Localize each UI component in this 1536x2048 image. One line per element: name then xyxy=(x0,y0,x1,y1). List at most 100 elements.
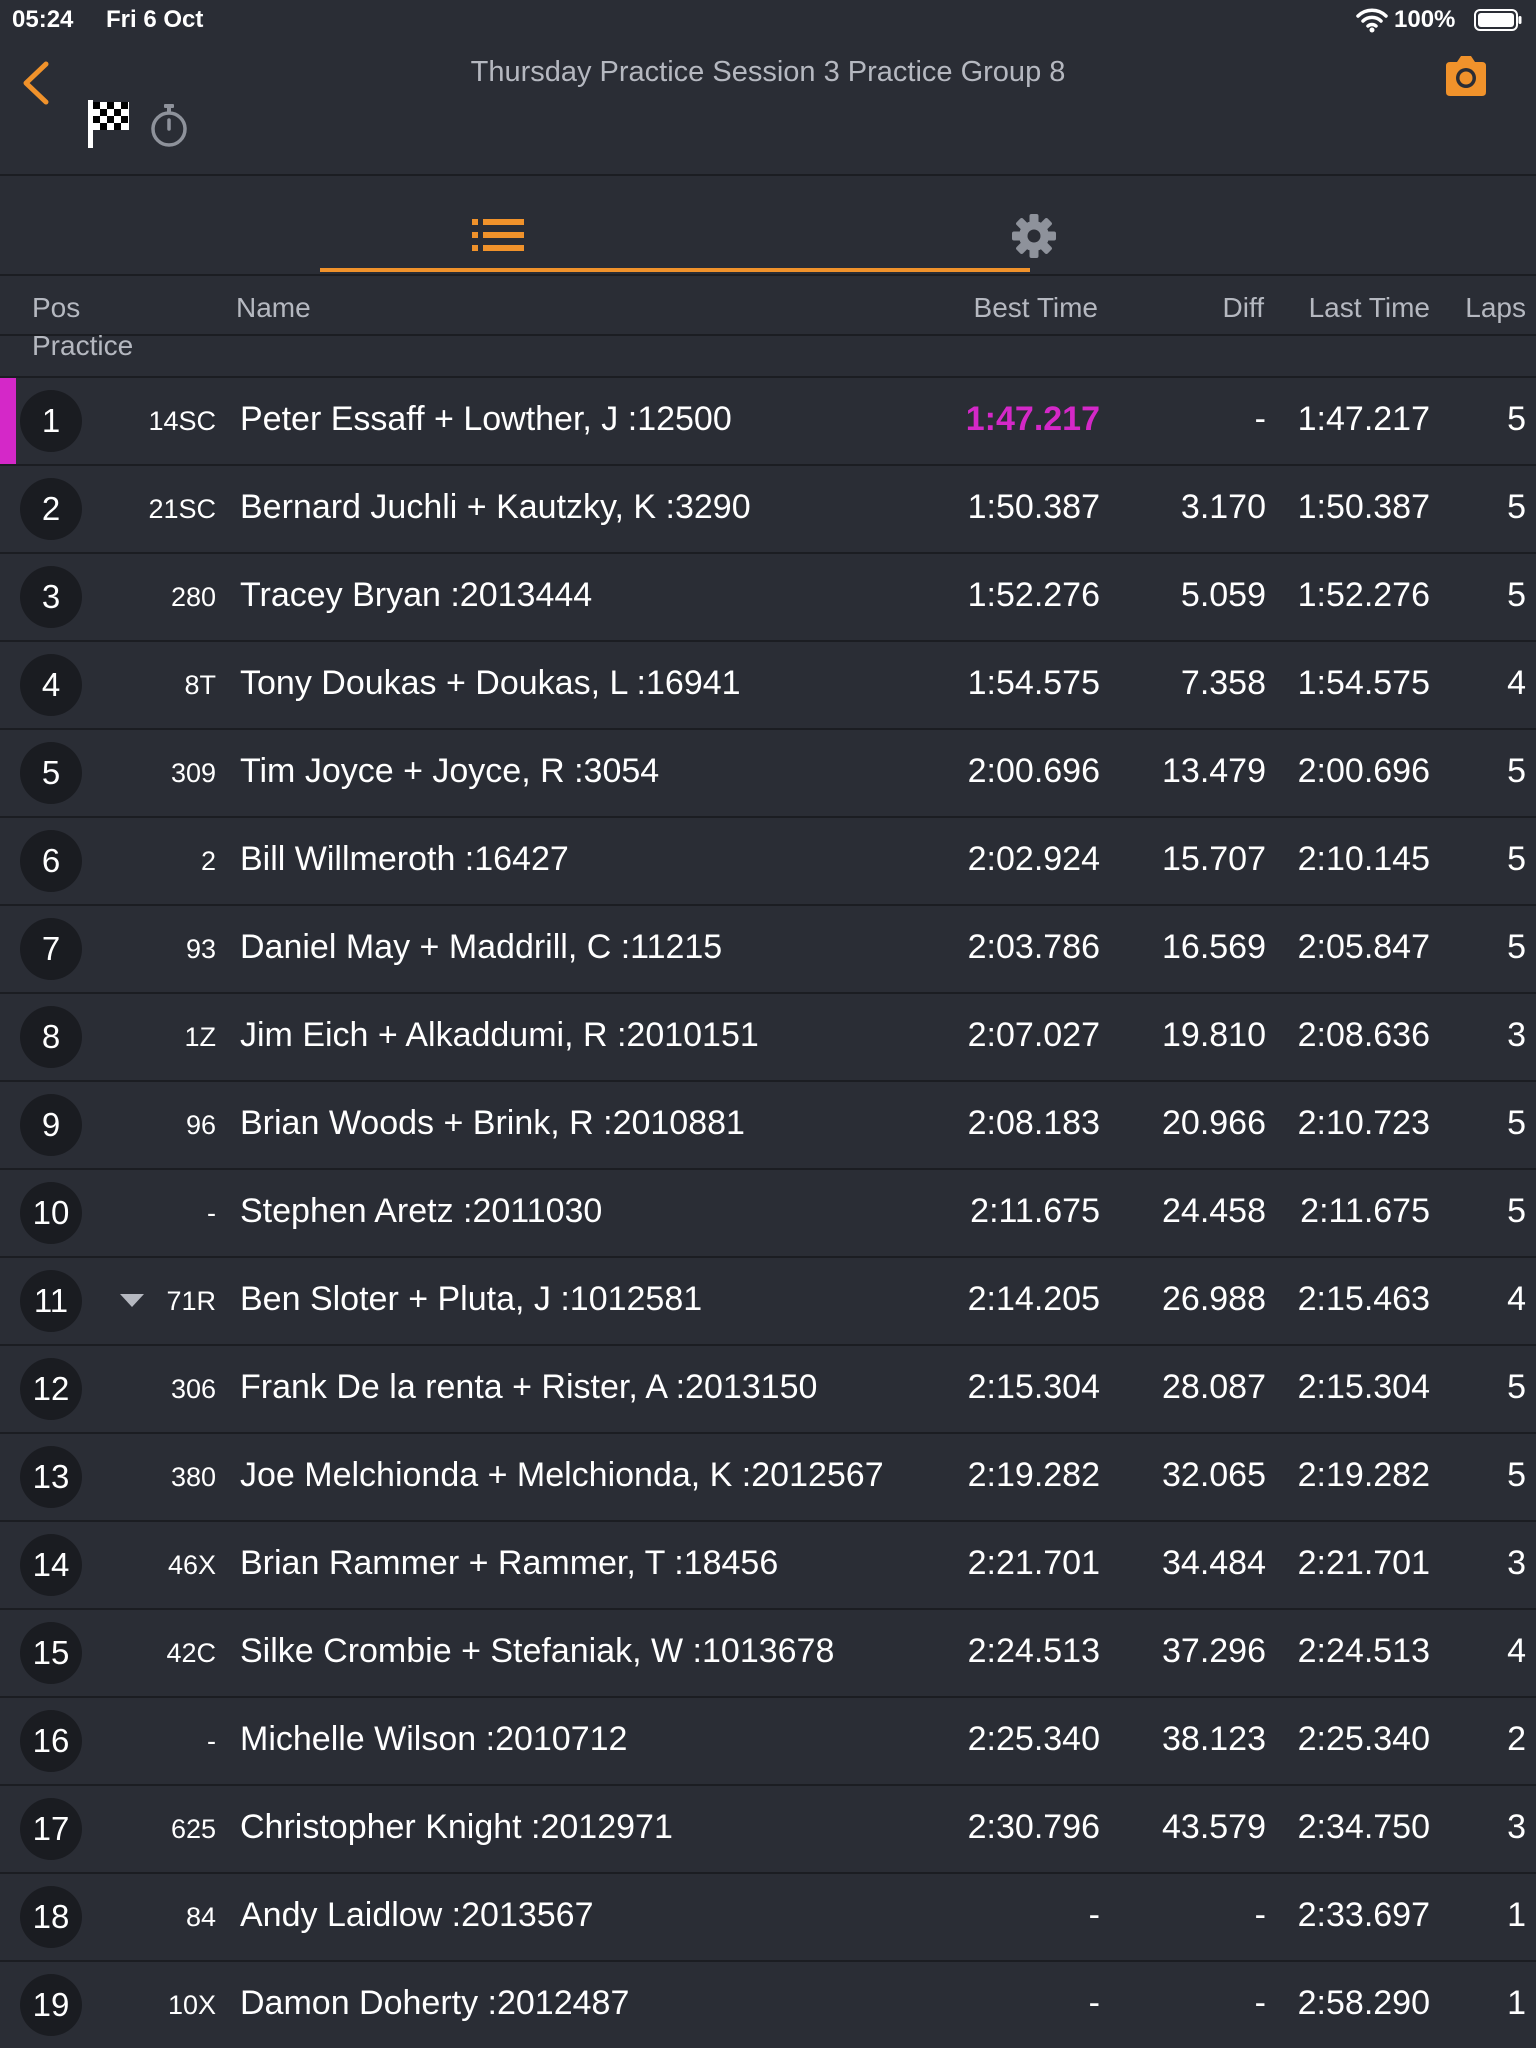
col-name[interactable]: Name xyxy=(236,292,311,324)
status-date: Fri 6 Oct xyxy=(106,6,204,33)
best-time: 1:54.575 xyxy=(967,664,1100,702)
diff-time: 19.810 xyxy=(1162,1016,1266,1054)
table-row[interactable]: 7 93 Daniel May + Maddrill, C :11215 2:03.7… xyxy=(0,904,1536,992)
table-row[interactable]: 16 - Michelle Wilson :2010712 2:25.340 38.12… xyxy=(0,1696,1536,1784)
driver-name: Tracey Bryan :2013444 xyxy=(240,576,593,614)
nav-bar: Thursday Practice Session 3 Practice Gro… xyxy=(0,40,1536,176)
driver-name: Daniel May + Maddrill, C :11215 xyxy=(240,928,723,966)
diff-time: 20.966 xyxy=(1162,1104,1266,1142)
position-badge: 17 xyxy=(20,1798,82,1860)
last-time: 2:00.696 xyxy=(1297,752,1430,790)
diff-time: 7.358 xyxy=(1180,664,1266,702)
best-time: 1:50.387 xyxy=(967,488,1100,526)
car-number: 280 xyxy=(170,582,216,612)
diff-time: 15.707 xyxy=(1162,840,1266,878)
best-time: 2:08.183 xyxy=(967,1104,1100,1142)
car-number: 71R xyxy=(166,1286,216,1316)
camera-icon[interactable] xyxy=(1442,54,1490,98)
gear-icon[interactable] xyxy=(1010,212,1058,260)
car-number: 2 xyxy=(200,846,216,876)
car-number: - xyxy=(207,1726,216,1756)
table-row[interactable]: 6 2 Bill Willmeroth :16427 2:02.924 15.707 2:… xyxy=(0,816,1536,904)
table-row[interactable]: 18 84 Andy Laidlow :2013567- -2:33.697 1 xyxy=(0,1872,1536,1960)
car-number: 309 xyxy=(170,758,216,788)
diff-time: 43.579 xyxy=(1162,1808,1266,1846)
col-best-time[interactable]: Best Time xyxy=(974,292,1098,324)
table-row[interactable]: 3 280 Tracey Bryan :2013444 1:52.276 5.059 1:… xyxy=(0,552,1536,640)
best-time: - xyxy=(1088,1896,1100,1934)
last-time: 1:52.276 xyxy=(1297,576,1430,614)
stopwatch-icon[interactable] xyxy=(148,102,190,148)
table-row[interactable]: 13 380 Joe Melchionda + Melchionda, K :201… xyxy=(0,1432,1536,1520)
position-badge: 6 xyxy=(20,830,82,892)
table-row[interactable]: 8 1Z Jim Eich + Alkaddumi, R :2010151 2:07.… xyxy=(0,992,1536,1080)
car-number: 84 xyxy=(185,1902,216,1932)
table-row[interactable]: 2 21SC Bernard Juchli + Kautzky, K :3290 1:… xyxy=(0,464,1536,552)
table-row[interactable]: 17 625 Christopher Knight :2012971 2:30.796… xyxy=(0,1784,1536,1872)
position-badge: 5 xyxy=(20,742,82,804)
position-badge: 11 xyxy=(20,1270,82,1332)
lap-count: 3 xyxy=(1507,1544,1526,1582)
position-badge: 7 xyxy=(20,918,82,980)
last-time: 2:24.513 xyxy=(1297,1632,1430,1670)
last-time: 1:47.217 xyxy=(1297,400,1430,438)
group-label: Practice xyxy=(32,330,134,361)
car-number: - xyxy=(207,1198,216,1228)
car-number: 306 xyxy=(170,1374,216,1404)
best-time: 1:52.276 xyxy=(967,576,1100,614)
position-badge: 2 xyxy=(20,478,82,540)
diff-time: 34.484 xyxy=(1162,1544,1266,1582)
position-badge: 15 xyxy=(20,1622,82,1684)
tab-list[interactable] xyxy=(320,176,1030,272)
battery-percent: 100% xyxy=(1394,6,1456,33)
table-row[interactable]: 15 42C Silke Crombie + Stefaniak, W :10136… xyxy=(0,1608,1536,1696)
lap-count: 4 xyxy=(1507,1280,1526,1318)
driver-name: Tony Doukas + Doukas, L :16941 xyxy=(240,664,741,702)
position-badge: 12 xyxy=(20,1358,82,1420)
lap-count: 5 xyxy=(1507,840,1526,878)
position-badge: 8 xyxy=(20,1006,82,1068)
table-row[interactable]: 10 - Stephen Aretz :2011030 2:11.675 24.458 2… xyxy=(0,1168,1536,1256)
diff-time: 13.479 xyxy=(1162,752,1266,790)
last-time: 2:10.145 xyxy=(1297,840,1430,878)
col-pos[interactable]: Pos xyxy=(32,292,80,324)
car-number: 8T xyxy=(184,670,216,700)
diff-time: 32.065 xyxy=(1162,1456,1266,1494)
last-time: 2:33.697 xyxy=(1297,1896,1430,1934)
lap-count: 3 xyxy=(1507,1808,1526,1846)
last-time: 2:10.723 xyxy=(1297,1104,1430,1142)
table-row[interactable]: 1 14SC Peter Essaff + Lowther, J :12500 1:4… xyxy=(0,376,1536,464)
last-time: 1:50.387 xyxy=(1297,488,1430,526)
col-last-time[interactable]: Last Time xyxy=(1309,292,1430,324)
lap-count: 5 xyxy=(1507,1368,1526,1406)
car-number: 96 xyxy=(185,1110,216,1140)
driver-name: Andy Laidlow :2013567 xyxy=(240,1896,594,1934)
results-list: 1 14SC Peter Essaff + Lowther, J :12500 1:4… xyxy=(0,376,1536,2048)
col-diff[interactable]: Diff xyxy=(1223,292,1265,324)
table-row[interactable]: 12 306 Frank De la renta + Rister, A :2013… xyxy=(0,1344,1536,1432)
car-number: 10X xyxy=(167,1990,216,2020)
table-row[interactable]: 5 309 Tim Joyce + Joyce, R :3054 2:00.696 13… xyxy=(0,728,1536,816)
table-row[interactable]: 4 8T Tony Doukas + Doukas, L :16941 1:54.57… xyxy=(0,640,1536,728)
car-number: 380 xyxy=(170,1462,216,1492)
last-time: 2:15.304 xyxy=(1297,1368,1430,1406)
lap-count: 1 xyxy=(1507,1984,1526,2022)
table-row[interactable]: 11 71R Ben Sloter + Pluta, J :1012581 2:14.… xyxy=(0,1256,1536,1344)
lap-count: 5 xyxy=(1507,928,1526,966)
position-badge: 3 xyxy=(20,566,82,628)
checkered-flag-icon[interactable] xyxy=(86,98,132,150)
table-row[interactable]: 14 46X Brian Rammer + Rammer, T :18456 2:21… xyxy=(0,1520,1536,1608)
lap-count: 5 xyxy=(1507,1192,1526,1230)
col-laps[interactable]: Laps xyxy=(1465,292,1526,324)
status-bar: 05:24 Fri 6 Oct 100% xyxy=(0,0,1536,40)
best-time: 2:11.675 xyxy=(970,1192,1100,1230)
status-time: 05:24 xyxy=(12,6,74,33)
table-row[interactable]: 9 96 Brian Woods + Brink, R :2010881 2:08.1… xyxy=(0,1080,1536,1168)
best-time: 2:24.513 xyxy=(967,1632,1100,1670)
diff-time: - xyxy=(1254,1984,1266,2022)
diff-time: - xyxy=(1254,1896,1266,1934)
table-row[interactable]: 19 10X Damon Doherty :2012487- -2:58.290 1 xyxy=(0,1960,1536,2048)
driver-name: Brian Rammer + Rammer, T :18456 xyxy=(240,1544,779,1582)
diff-time: 3.170 xyxy=(1180,488,1266,526)
position-badge: 4 xyxy=(20,654,82,716)
